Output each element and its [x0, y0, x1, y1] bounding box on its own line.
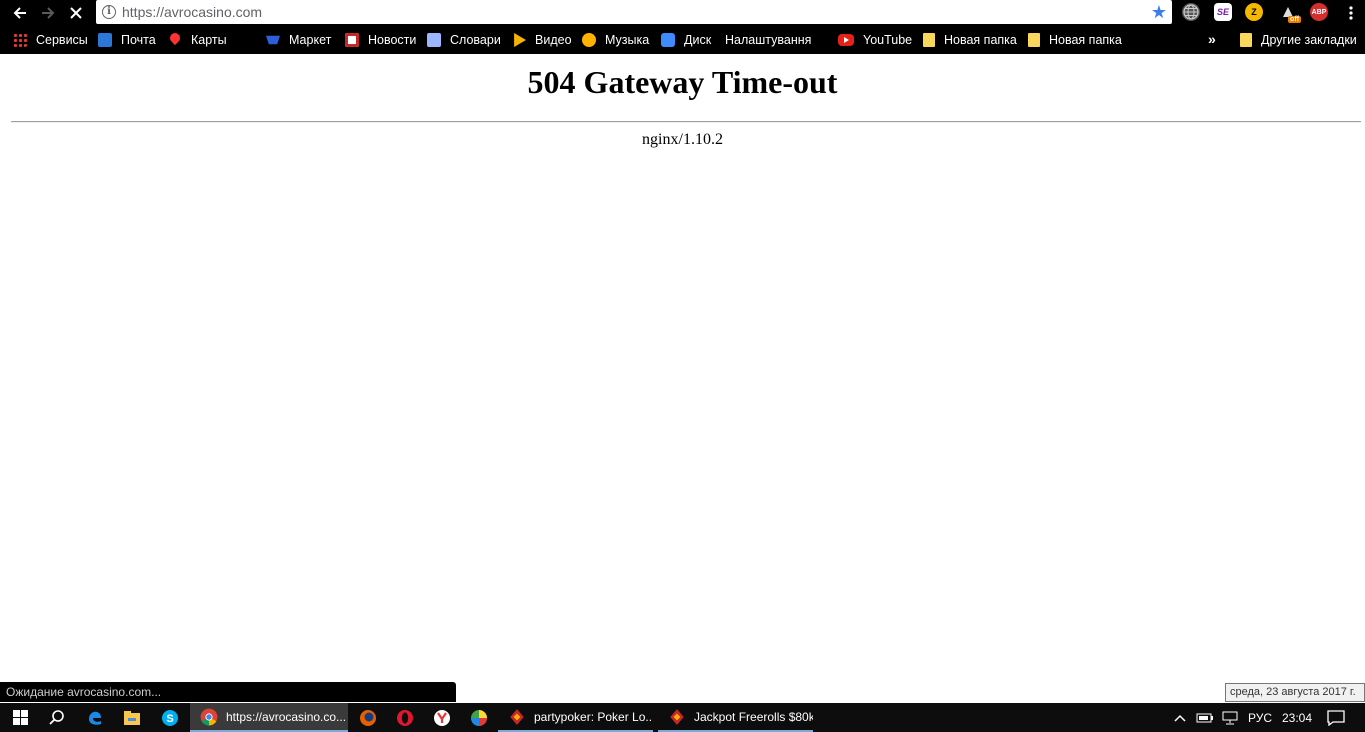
folder-icon [1028, 33, 1040, 47]
dictionary-icon [427, 33, 441, 47]
search-button[interactable] [48, 703, 66, 732]
tray-network[interactable] [1221, 703, 1239, 732]
market-icon [266, 35, 280, 45]
start-button[interactable] [13, 703, 28, 732]
svg-text:S: S [166, 713, 173, 725]
task-partypoker-2[interactable]: Jackpot Freerolls $80k... [658, 703, 813, 732]
date-tooltip: среда, 23 августа 2017 г. [1225, 683, 1365, 702]
folder-icon [923, 33, 935, 47]
action-center-button[interactable] [1327, 703, 1345, 732]
close-icon [70, 7, 82, 19]
menu-button[interactable] [1337, 0, 1365, 26]
taskbar-firefox[interactable] [359, 703, 377, 732]
se-extension-icon[interactable]: SE [1214, 3, 1232, 21]
bookmark-other[interactable]: Другие закладки [1240, 32, 1357, 48]
globe-icon[interactable] [1182, 3, 1200, 21]
apps-icon [13, 33, 27, 47]
search-icon [49, 709, 64, 725]
forward-button[interactable] [34, 0, 62, 26]
status-bubble: Ожидание avrocasino.com... [0, 682, 456, 702]
partypoker-icon [510, 708, 524, 725]
bookmarks-bar: Сервисы Почта Карты Маркет Новости Слова… [0, 26, 1365, 100]
address-bar[interactable]: i https://avrocasino.com ★ [96, 0, 1172, 24]
battery-icon [1196, 713, 1213, 722]
forward-arrow-icon [42, 7, 55, 19]
taskbar-edge[interactable] [86, 703, 104, 732]
stop-loading-button[interactable] [62, 0, 90, 26]
news-icon [345, 33, 359, 47]
tray-clock[interactable]: 23:04 [1282, 703, 1312, 732]
taskbar-explorer[interactable] [123, 703, 141, 732]
site-info-icon[interactable]: i [102, 5, 116, 19]
notifications-icon [1327, 709, 1345, 726]
bookmark-folder-1[interactable]: Новая папка [923, 32, 1017, 48]
bookmark-news[interactable]: Новости [345, 32, 416, 48]
skype-icon: S [162, 709, 178, 726]
maps-icon [168, 33, 182, 47]
bookmark-youtube[interactable]: YouTube [838, 32, 912, 48]
taskbar: S https://avrocasino.co... partypoker: P… [0, 703, 1365, 732]
bookmark-star-icon[interactable]: ★ [1151, 1, 1167, 23]
bookmark-video[interactable]: Видео [512, 32, 572, 48]
error-heading: 504 Gateway Time-out [527, 64, 838, 100]
mail-icon [98, 33, 112, 47]
taskbar-skype[interactable]: S [161, 703, 179, 732]
yandex-browser-icon [434, 709, 450, 726]
bookmark-settings[interactable]: Налаштування [725, 32, 811, 100]
page-content: 504 Gateway Time-out nginx/1.10.2 [0, 54, 1365, 682]
adblock-plus-icon[interactable]: ABP [1310, 3, 1328, 21]
bookmark-mail[interactable]: Почта [98, 32, 156, 48]
off-extension-icon[interactable]: off [1279, 3, 1301, 23]
network-icon [1222, 711, 1238, 724]
bookmark-dictionaries[interactable]: Словари [427, 32, 501, 48]
task-partypoker-1[interactable]: partypoker: Poker Lo... [498, 703, 653, 732]
tray-overflow-button[interactable] [1174, 703, 1186, 732]
colorful-app-icon [471, 709, 487, 726]
tray-power[interactable] [1196, 703, 1214, 732]
task-label: https://avrocasino.co... [226, 709, 347, 724]
server-signature: nginx/1.10.2 [642, 131, 723, 148]
folder-icon [1240, 33, 1252, 47]
task-chrome[interactable]: https://avrocasino.co... [190, 703, 348, 732]
video-icon [514, 33, 526, 47]
folder-explorer-icon [124, 710, 140, 725]
bookmarks-overflow-button[interactable]: » [1208, 31, 1216, 47]
bookmark-market[interactable]: Маркет [266, 32, 331, 48]
windows-icon [13, 710, 28, 725]
bookmark-maps[interactable]: Карты [168, 32, 227, 48]
taskbar-yandex[interactable] [433, 703, 451, 732]
chrome-icon [200, 708, 218, 725]
url-text[interactable]: https://avrocasino.com [122, 4, 262, 20]
back-button[interactable] [6, 0, 34, 26]
z-extension-icon[interactable]: Z [1245, 3, 1263, 21]
bookmark-disk[interactable]: Диск [661, 32, 711, 48]
taskbar-opera[interactable] [396, 703, 414, 732]
disk-icon [661, 33, 675, 47]
taskbar-app-color[interactable] [470, 703, 488, 732]
firefox-icon [360, 709, 376, 726]
bookmark-folder-2[interactable]: Новая папка [1028, 32, 1122, 48]
opera-icon [397, 709, 413, 726]
youtube-icon [838, 34, 854, 46]
task-label: Jackpot Freerolls $80k... [694, 709, 813, 724]
edge-icon [89, 711, 101, 725]
divider [11, 121, 1361, 123]
bookmark-services[interactable]: Сервисы [13, 32, 88, 48]
partypoker-icon [670, 708, 684, 725]
tray-language[interactable]: РУС [1248, 703, 1272, 732]
music-icon [582, 33, 596, 47]
task-label: partypoker: Poker Lo... [534, 709, 653, 724]
bookmark-music[interactable]: Музыка [582, 32, 649, 48]
back-arrow-icon [13, 7, 26, 19]
off-badge: off [1288, 16, 1301, 23]
more-vertical-icon [1349, 6, 1353, 20]
chevron-up-icon [1174, 714, 1186, 722]
browser-toolbar: i https://avrocasino.com ★ SE Z off ABP [0, 0, 1365, 26]
